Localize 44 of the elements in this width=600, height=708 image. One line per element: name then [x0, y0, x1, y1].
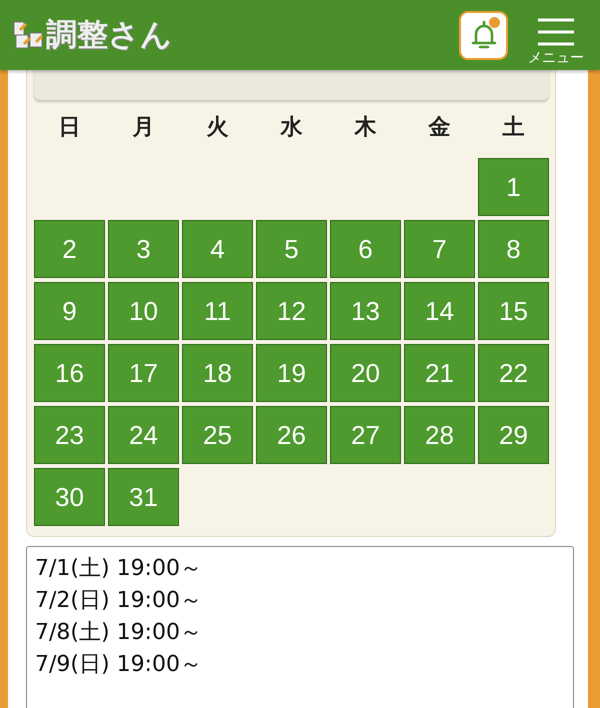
- date-cell[interactable]: 17: [108, 344, 179, 402]
- date-cell[interactable]: 3: [108, 220, 179, 278]
- date-cell[interactable]: 6: [330, 220, 401, 278]
- date-cell[interactable]: 29: [478, 406, 549, 464]
- date-cell[interactable]: 19: [256, 344, 327, 402]
- date-cell[interactable]: 21: [404, 344, 475, 402]
- weekday-label: 金: [427, 114, 452, 142]
- date-cell[interactable]: 28: [404, 406, 475, 464]
- date-cell[interactable]: 18: [182, 344, 253, 402]
- date-cell[interactable]: 31: [108, 468, 179, 526]
- date-cell[interactable]: 26: [256, 406, 327, 464]
- date-cell[interactable]: 9: [34, 282, 105, 340]
- weekday-label: 土: [502, 114, 526, 142]
- menu-button[interactable]: メニュー: [528, 17, 584, 67]
- date-cell[interactable]: 15: [478, 282, 549, 340]
- date-cell[interactable]: 20: [330, 344, 401, 402]
- date-cell[interactable]: 8: [478, 220, 549, 278]
- date-cell[interactable]: 2: [34, 220, 105, 278]
- logo-icon: [12, 20, 44, 50]
- logo-text[interactable]: 調整さん: [46, 14, 172, 56]
- date-cell[interactable]: 5: [256, 220, 327, 278]
- weekday-label: 木: [353, 114, 378, 142]
- weekday-label: 火: [206, 114, 230, 142]
- weekday-label: 月: [132, 114, 156, 142]
- date-cell[interactable]: 27: [330, 406, 401, 464]
- menu-icon: [537, 17, 575, 47]
- date-cell[interactable]: 30: [34, 468, 105, 526]
- date-cell[interactable]: 14: [404, 282, 475, 340]
- date-cell[interactable]: 11: [182, 282, 253, 340]
- date-cell[interactable]: 22: [478, 344, 549, 402]
- date-cell[interactable]: 24: [108, 406, 179, 464]
- date-cell[interactable]: 23: [34, 406, 105, 464]
- date-cell[interactable]: 7: [404, 220, 475, 278]
- date-cell[interactable]: 1: [478, 158, 549, 216]
- notification-button[interactable]: [459, 10, 508, 60]
- date-cell[interactable]: 25: [182, 406, 253, 464]
- date-cell[interactable]: 13: [330, 282, 401, 340]
- date-cell[interactable]: 12: [256, 282, 327, 340]
- weekday-label: 水: [279, 114, 304, 142]
- weekday-label: 日: [58, 114, 82, 142]
- date-cell[interactable]: 10: [108, 282, 179, 340]
- date-cell[interactable]: 4: [182, 220, 253, 278]
- input-field[interactable]: 7/1(土) 19:00～ 7/2(日) 19:00～ 7/8(土) 19:00～ 7/9(日) 19:00～: [26, 546, 574, 708]
- date-cell[interactable]: 16: [34, 344, 105, 402]
